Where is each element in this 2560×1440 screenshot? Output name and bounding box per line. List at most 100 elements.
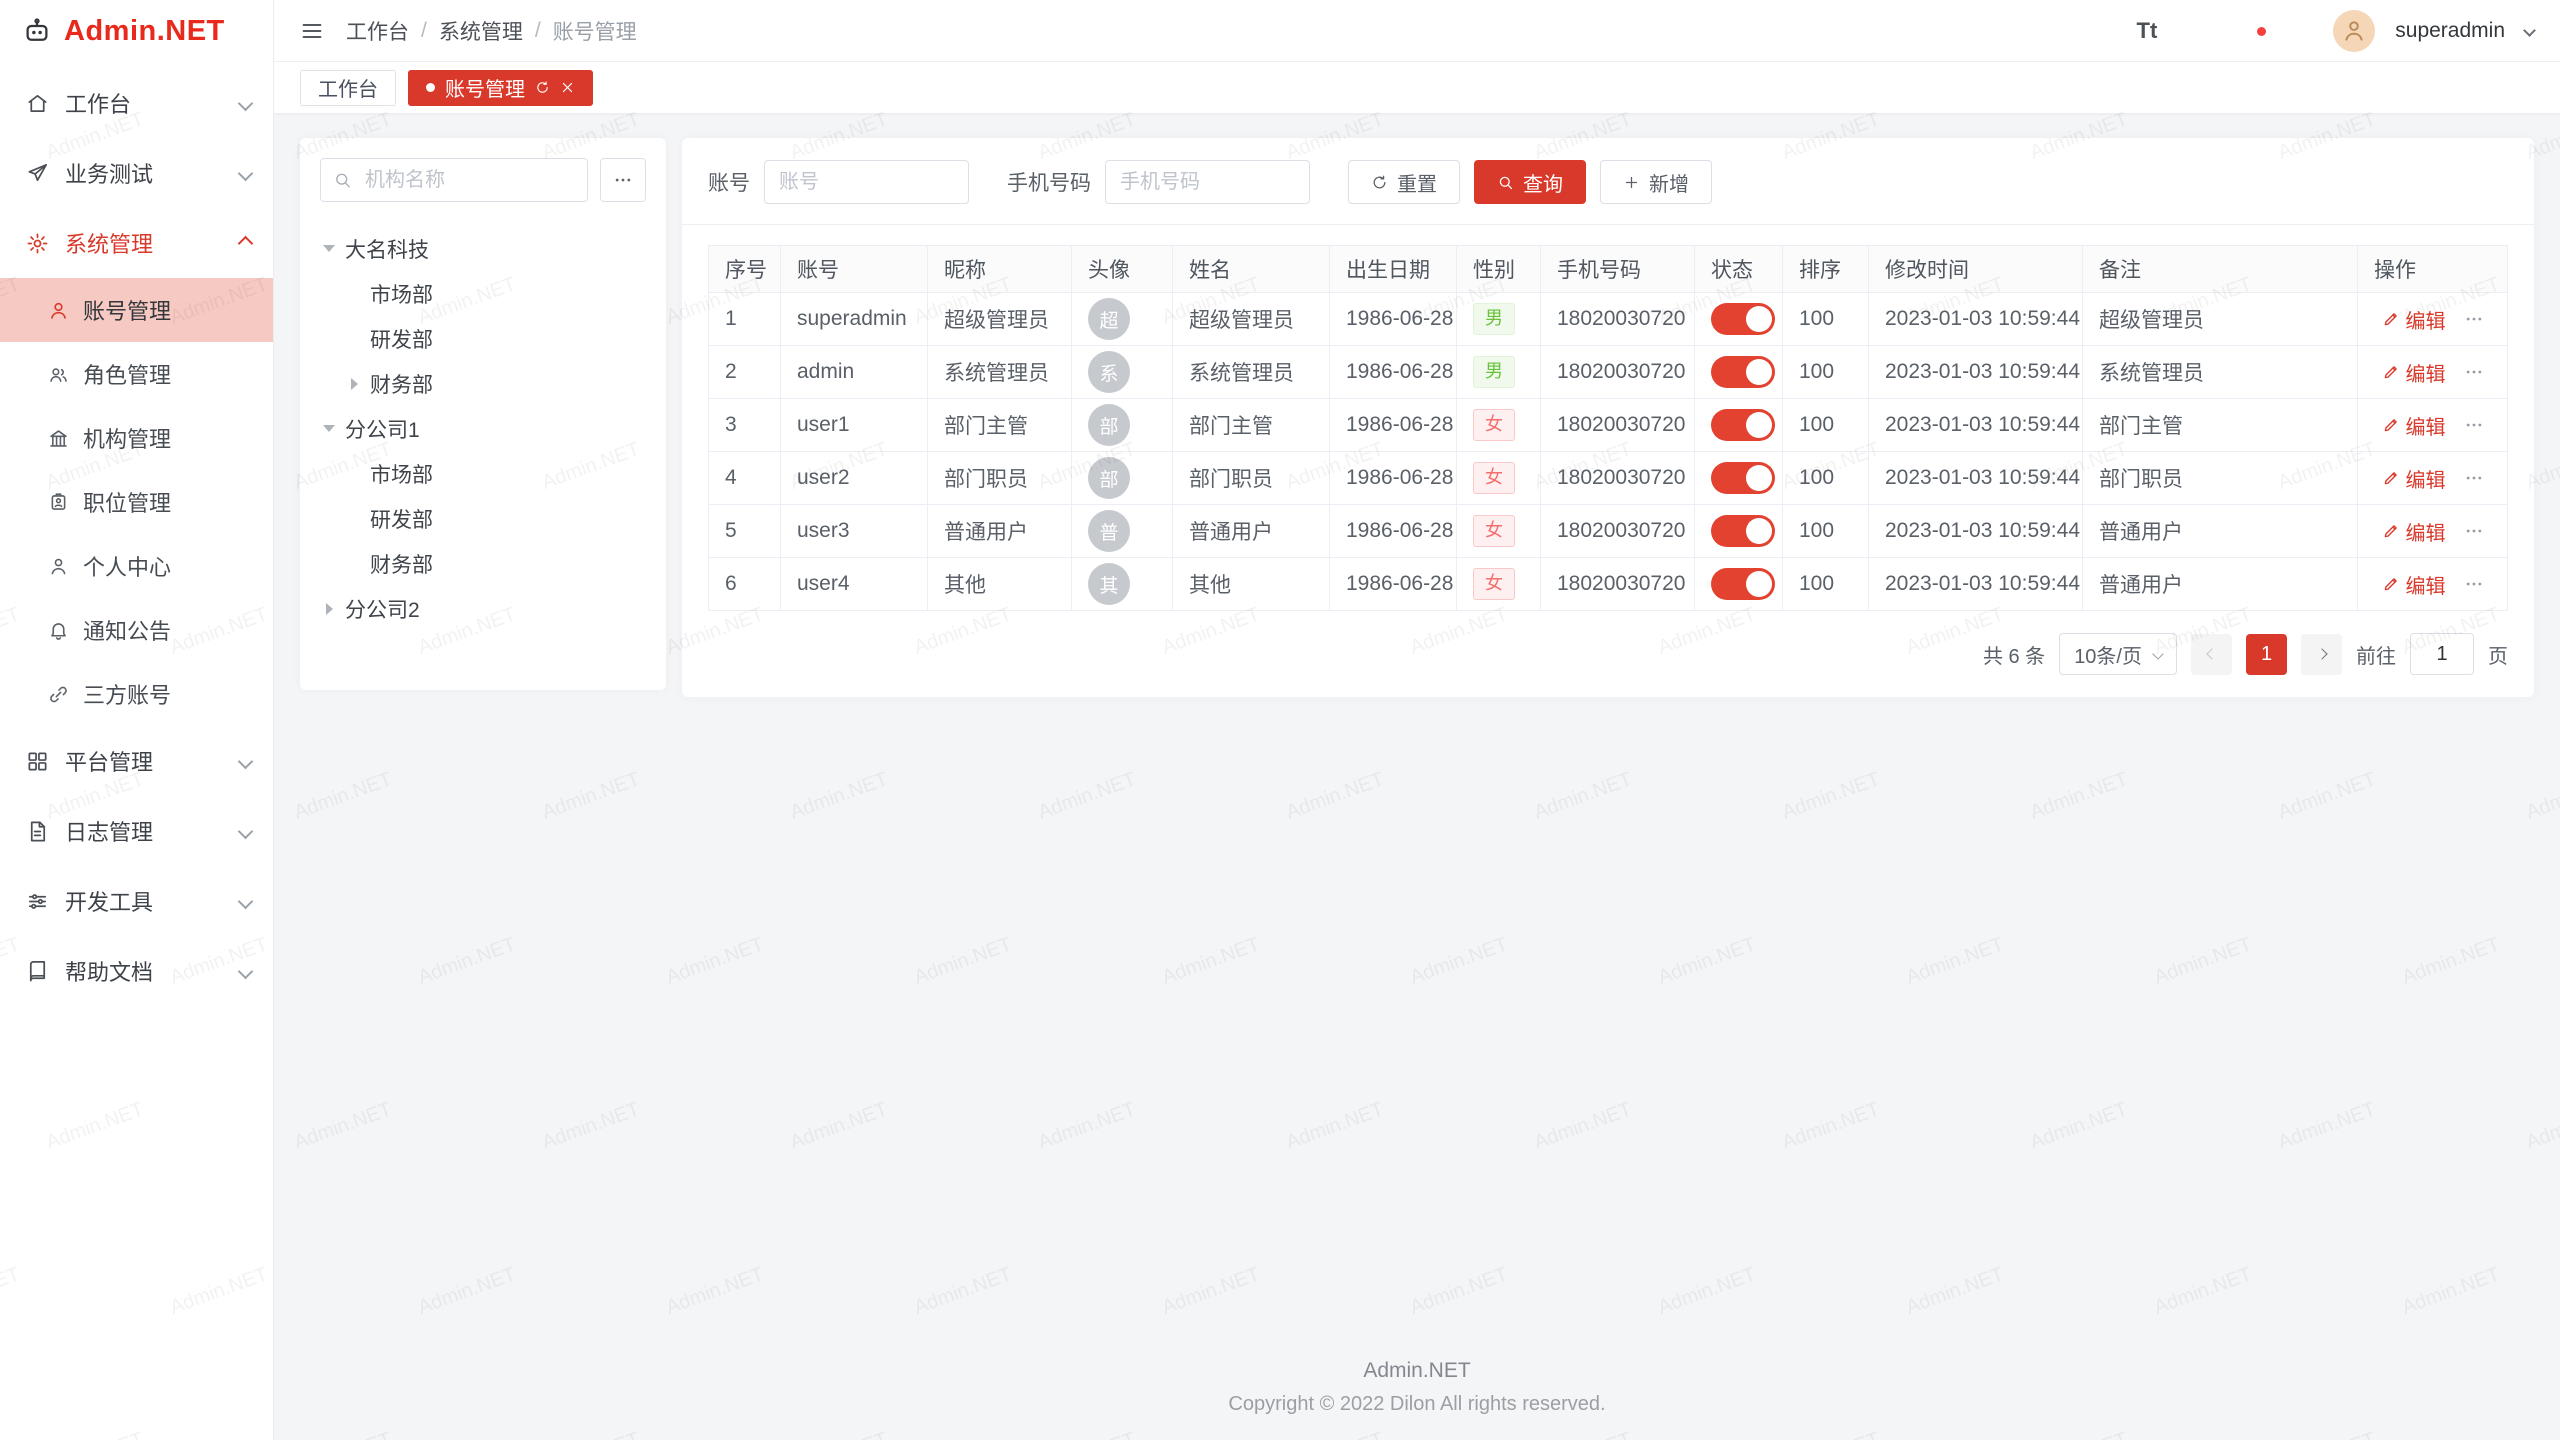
third-icon bbox=[48, 684, 69, 705]
more-actions-button[interactable] bbox=[2464, 574, 2484, 594]
table-cell: user1 bbox=[781, 399, 928, 452]
tree-node[interactable]: 市场部 bbox=[345, 271, 646, 316]
row-name: 部门主管 bbox=[1189, 415, 1273, 438]
font-size-icon[interactable]: Tt bbox=[2137, 18, 2158, 44]
tree-node[interactable]: 研发部 bbox=[345, 496, 646, 541]
more-actions-button[interactable] bbox=[2464, 468, 2484, 488]
table-cell: 2 bbox=[709, 346, 781, 399]
status-toggle[interactable] bbox=[1711, 462, 1775, 494]
table-row: 6user4其他其其他1986-06-28女180200307201002023… bbox=[709, 558, 2508, 611]
page-1-button[interactable]: 1 bbox=[2246, 634, 2287, 675]
tree-node[interactable]: 分公司1 bbox=[320, 406, 646, 451]
caret-expanded-icon[interactable] bbox=[320, 245, 338, 252]
sidebar-subitem-profile-center[interactable]: 个人中心 bbox=[0, 534, 273, 598]
edit-button[interactable]: 编辑 bbox=[2382, 517, 2446, 546]
sidebar-subitem-account-management[interactable]: 账号管理 bbox=[0, 278, 273, 342]
username[interactable]: superadmin bbox=[2395, 19, 2505, 43]
org-search-input[interactable] bbox=[320, 158, 588, 202]
caret-collapsed-icon[interactable] bbox=[345, 378, 363, 390]
tree-node-label: 分公司2 bbox=[345, 594, 420, 624]
close-icon[interactable] bbox=[560, 80, 575, 95]
row-sort: 100 bbox=[1799, 466, 1834, 489]
tree-node[interactable]: 财务部 bbox=[345, 361, 646, 406]
row-sort: 100 bbox=[1799, 519, 1834, 542]
user-avatar[interactable] bbox=[2333, 10, 2375, 52]
prev-page-button[interactable] bbox=[2191, 634, 2232, 675]
table-cell: 超级管理员 bbox=[1173, 293, 1330, 346]
tab-account-management[interactable]: 账号管理 bbox=[408, 70, 593, 106]
more-actions-button[interactable] bbox=[2464, 415, 2484, 435]
breadcrumb-item[interactable]: 工作台 bbox=[346, 16, 409, 46]
status-toggle[interactable] bbox=[1711, 515, 1775, 547]
page-unit-label: 页 bbox=[2488, 640, 2508, 669]
table-cell: 2023-01-03 10:59:44 bbox=[1869, 399, 2083, 452]
tree-node-label: 研发部 bbox=[370, 504, 433, 534]
more-actions-button[interactable] bbox=[2464, 521, 2484, 541]
org-more-button[interactable] bbox=[600, 158, 646, 202]
account-input[interactable] bbox=[764, 160, 969, 204]
table-cell: 6 bbox=[709, 558, 781, 611]
table-cell: 系统管理员 bbox=[928, 346, 1072, 399]
search-button[interactable]: 查询 bbox=[1474, 160, 1586, 204]
sidebar-item-help-docs[interactable]: 帮助文档 bbox=[0, 936, 273, 1006]
table-cell: 1 bbox=[709, 293, 781, 346]
page-size-select[interactable]: 10条/页 bbox=[2059, 633, 2177, 675]
edit-button[interactable]: 编辑 bbox=[2382, 305, 2446, 334]
phone-input[interactable] bbox=[1105, 160, 1310, 204]
status-toggle[interactable] bbox=[1711, 409, 1775, 441]
brand-logo[interactable]: Admin.NET bbox=[0, 0, 273, 62]
edit-button[interactable]: 编辑 bbox=[2382, 570, 2446, 599]
tab-workbench[interactable]: 工作台 bbox=[300, 70, 396, 106]
edit-button[interactable]: 编辑 bbox=[2382, 358, 2446, 387]
sidebar-subitem-org-management[interactable]: 机构管理 bbox=[0, 406, 273, 470]
tree-node[interactable]: 市场部 bbox=[345, 451, 646, 496]
breadcrumb-item[interactable]: 系统管理 bbox=[439, 16, 523, 46]
row-avatar: 超 bbox=[1088, 298, 1130, 340]
column-header: 状态 bbox=[1695, 246, 1783, 293]
reset-button[interactable]: 重置 bbox=[1348, 160, 1460, 204]
edit-button[interactable]: 编辑 bbox=[2382, 464, 2446, 493]
sidebar-item-workbench[interactable]: 工作台 bbox=[0, 68, 273, 138]
more-icon bbox=[613, 170, 633, 190]
sidebar-subitem-third-party-account[interactable]: 三方账号 bbox=[0, 662, 273, 726]
pagination: 共 6 条 10条/页 1 前往 页 bbox=[708, 633, 2508, 675]
more-actions-button[interactable] bbox=[2464, 362, 2484, 382]
status-toggle[interactable] bbox=[1711, 303, 1775, 335]
row-phone: 18020030720 bbox=[1557, 572, 1685, 595]
edit-button[interactable]: 编辑 bbox=[2382, 411, 2446, 440]
next-page-button[interactable] bbox=[2301, 634, 2342, 675]
row-remark: 系统管理员 bbox=[2099, 362, 2204, 385]
add-button[interactable]: 新增 bbox=[1600, 160, 1712, 204]
tree-node[interactable]: 大名科技 bbox=[320, 226, 646, 271]
caret-expanded-icon[interactable] bbox=[320, 425, 338, 432]
table-cell: 系统管理员 bbox=[1173, 346, 1330, 399]
sidebar-item-business-test[interactable]: 业务测试 bbox=[0, 138, 273, 208]
sidebar-subitem-notice-announcement[interactable]: 通知公告 bbox=[0, 598, 273, 662]
refresh-icon[interactable] bbox=[535, 80, 550, 95]
tree-node[interactable]: 分公司2 bbox=[320, 586, 646, 631]
status-toggle[interactable] bbox=[1711, 356, 1775, 388]
column-header: 序号 bbox=[709, 246, 781, 293]
tree-node[interactable]: 研发部 bbox=[345, 316, 646, 361]
sidebar-item-log-management[interactable]: 日志管理 bbox=[0, 796, 273, 866]
column-header: 修改时间 bbox=[1869, 246, 2083, 293]
sidebar-item-dev-tools[interactable]: 开发工具 bbox=[0, 866, 273, 936]
topbar-actions: Tt superadmin bbox=[2137, 10, 2535, 52]
more-actions-button[interactable] bbox=[2464, 309, 2484, 329]
table-cell: 100 bbox=[1783, 558, 1869, 611]
breadcrumb-separator: / bbox=[535, 19, 541, 43]
sidebar-subitem-position-management[interactable]: 职位管理 bbox=[0, 470, 273, 534]
table-row: 4user2部门职员部部门职员1986-06-28女18020030720100… bbox=[709, 452, 2508, 505]
goto-page-input[interactable] bbox=[2410, 633, 2474, 675]
row-avatar: 其 bbox=[1088, 563, 1130, 605]
menu-toggle-icon[interactable] bbox=[300, 19, 324, 43]
sidebar-item-system-management[interactable]: 系统管理 bbox=[0, 208, 273, 278]
tree-node[interactable]: 财务部 bbox=[345, 541, 646, 586]
sidebar-item-platform-management[interactable]: 平台管理 bbox=[0, 726, 273, 796]
column-header: 手机号码 bbox=[1541, 246, 1695, 293]
table-cell: 编辑 bbox=[2358, 399, 2508, 452]
sidebar-subitem-role-management[interactable]: 角色管理 bbox=[0, 342, 273, 406]
caret-collapsed-icon[interactable] bbox=[320, 603, 338, 615]
status-toggle[interactable] bbox=[1711, 568, 1775, 600]
row-avatar: 部 bbox=[1088, 404, 1130, 446]
